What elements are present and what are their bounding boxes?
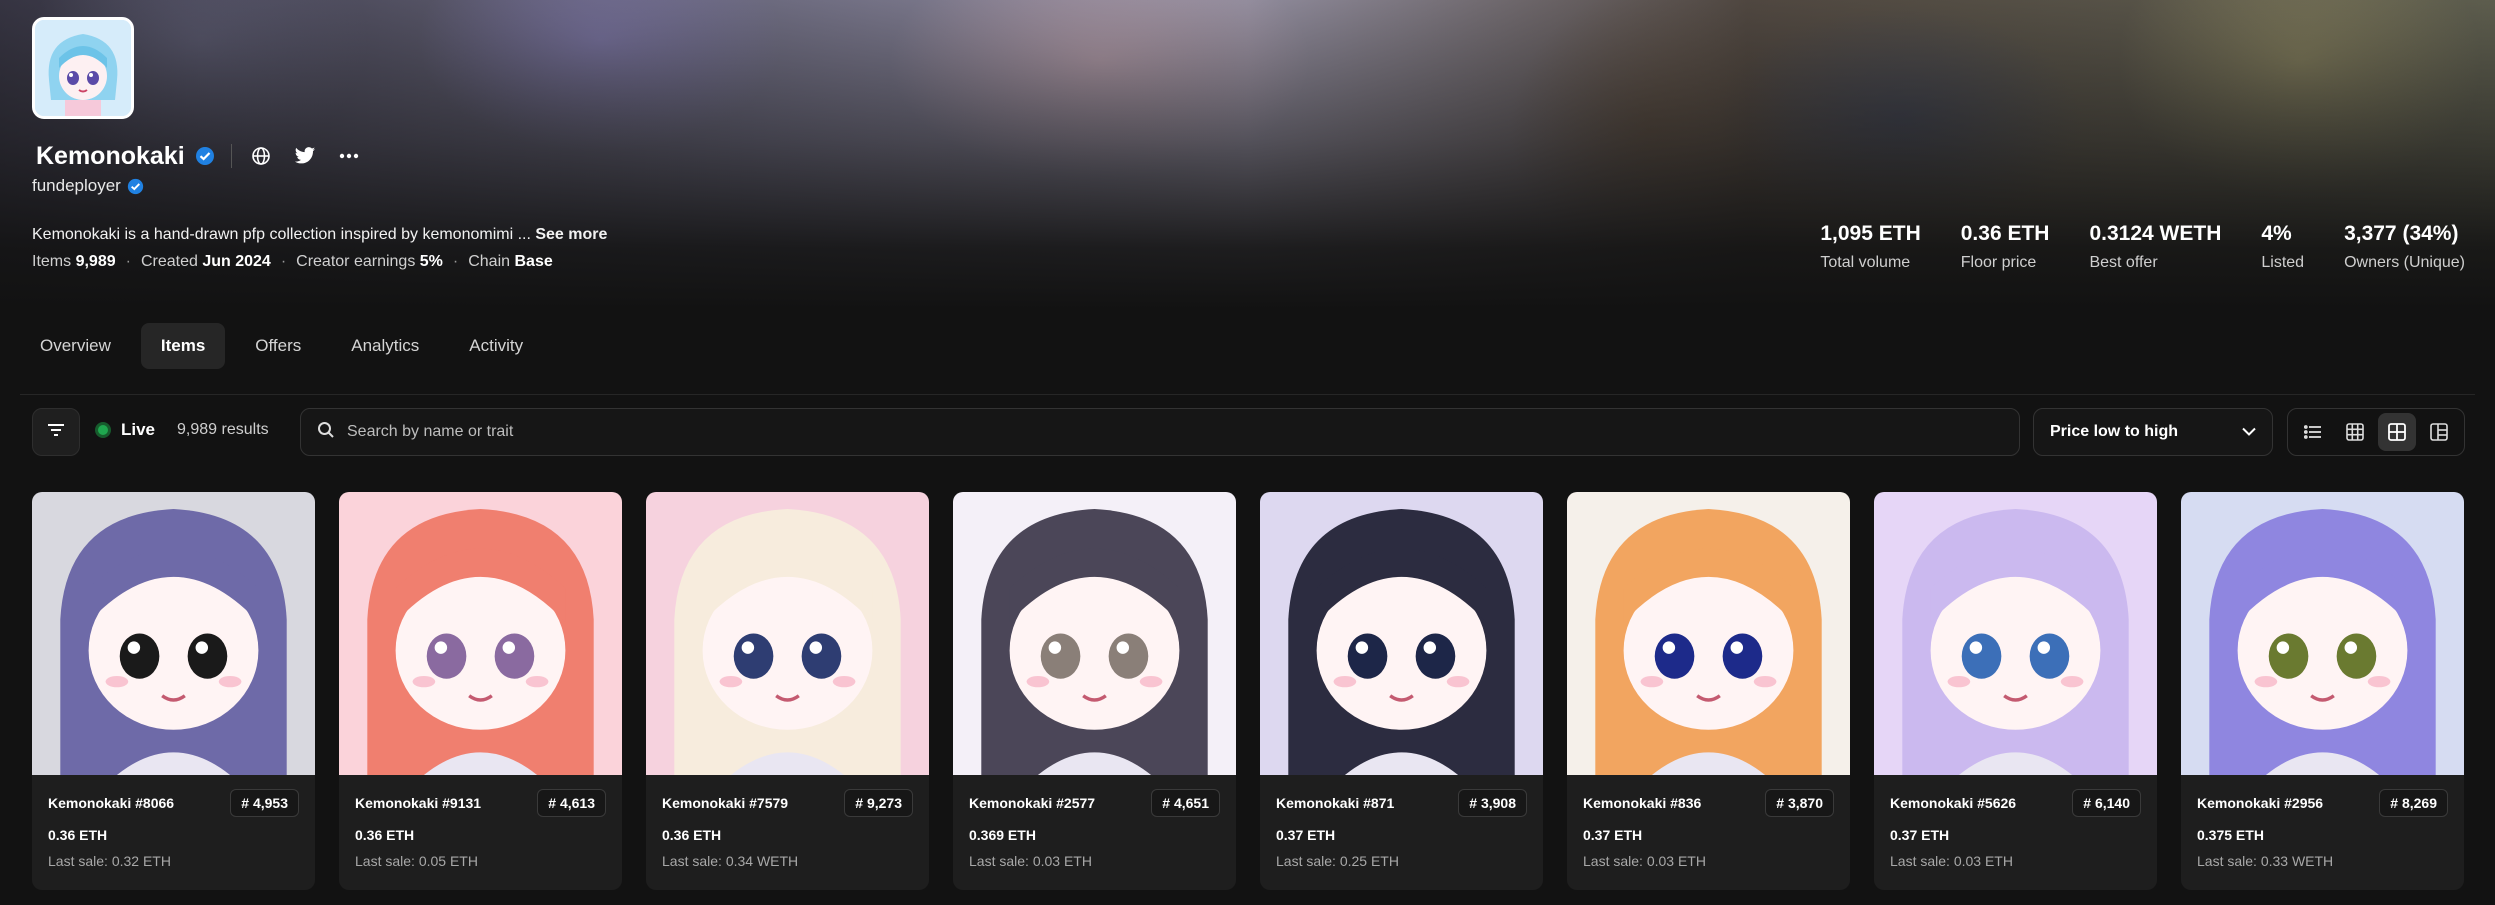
- rarity-rank: # 4,613: [537, 789, 606, 817]
- tab-items[interactable]: Items: [140, 323, 226, 369]
- filter-icon: [46, 422, 66, 443]
- nft-price: 0.375 ETH: [2197, 827, 2264, 843]
- rarity-rank: # 9,273: [844, 789, 913, 817]
- nft-image[interactable]: [2181, 492, 2464, 775]
- small-grid-view-icon[interactable]: [2336, 413, 2374, 451]
- website-icon[interactable]: [246, 141, 276, 171]
- nft-card[interactable]: Kemonokaki #871 # 3,908 0.37 ETH Last sal…: [1260, 492, 1543, 890]
- collection-tabs: Overview Items Offers Analytics Activity: [20, 323, 543, 369]
- stat-owners: 3,377 (34%) Owners (Unique): [2344, 222, 2465, 271]
- nft-image[interactable]: [646, 492, 929, 775]
- search-icon: [317, 421, 335, 444]
- rarity-rank: # 3,870: [1765, 789, 1834, 817]
- tab-offers[interactable]: Offers: [235, 323, 321, 369]
- nft-image[interactable]: [1260, 492, 1543, 775]
- list-view-icon[interactable]: [2294, 413, 2332, 451]
- tab-overview[interactable]: Overview: [20, 323, 131, 369]
- nft-price: 0.36 ETH: [355, 827, 415, 843]
- creator-row[interactable]: fundeployer: [32, 176, 144, 196]
- live-dot-icon: [95, 422, 111, 438]
- sort-dropdown[interactable]: Price low to high: [2033, 408, 2273, 456]
- twitter-icon[interactable]: [290, 141, 320, 171]
- filter-button[interactable]: [32, 408, 80, 456]
- last-sale: Last sale: 0.05 ETH: [355, 853, 478, 869]
- view-mode-toggle: [2287, 408, 2465, 456]
- creator-verified-icon: [127, 178, 144, 195]
- rarity-rank: # 3,908: [1458, 789, 1527, 817]
- search-input[interactable]: [347, 423, 1947, 441]
- nft-card[interactable]: Kemonokaki #2956 # 8,269 0.375 ETH Last s…: [2181, 492, 2464, 890]
- live-indicator[interactable]: Live 9,989 results: [95, 420, 269, 440]
- collection-meta: Items 9,989 · Created Jun 2024 · Creator…: [32, 253, 553, 270]
- nft-image[interactable]: [339, 492, 622, 775]
- nft-price: 0.37 ETH: [1276, 827, 1336, 843]
- last-sale: Last sale: 0.34 WETH: [662, 853, 799, 869]
- nft-price: 0.36 ETH: [48, 827, 108, 843]
- nft-name: Kemonokaki #2577: [969, 795, 1096, 811]
- nft-name: Kemonokaki #836: [1583, 795, 1702, 811]
- creator-name[interactable]: fundeployer: [32, 176, 121, 196]
- see-more-link[interactable]: See more: [535, 226, 607, 243]
- rarity-rank: # 4,953: [230, 789, 299, 817]
- rarity-rank: # 6,140: [2072, 789, 2141, 817]
- tab-activity[interactable]: Activity: [449, 323, 543, 369]
- nft-image[interactable]: [1567, 492, 1850, 775]
- collection-title-row: Kemonokaki: [36, 140, 378, 172]
- nft-price: 0.369 ETH: [969, 827, 1036, 843]
- nft-price: 0.37 ETH: [1583, 827, 1643, 843]
- nft-name: Kemonokaki #9131: [355, 795, 482, 811]
- nft-card[interactable]: Kemonokaki #7579 # 9,273 0.36 ETH Last sa…: [646, 492, 929, 890]
- search-bar[interactable]: [300, 408, 2020, 456]
- nft-name: Kemonokaki #871: [1276, 795, 1395, 811]
- rarity-rank: # 8,269: [2379, 789, 2448, 817]
- last-sale: Last sale: 0.32 ETH: [48, 853, 171, 869]
- nft-card[interactable]: Kemonokaki #836 # 3,870 0.37 ETH Last sal…: [1567, 492, 1850, 890]
- collection-name: Kemonokaki: [36, 141, 185, 170]
- last-sale: Last sale: 0.33 WETH: [2197, 853, 2334, 869]
- items-grid: Kemonokaki #8066 # 4,953 0.36 ETH Last sa…: [32, 492, 2464, 890]
- nft-name: Kemonokaki #8066: [48, 795, 175, 811]
- nft-image[interactable]: [32, 492, 315, 775]
- nft-card[interactable]: Kemonokaki #2577 # 4,651 0.369 ETH Last s…: [953, 492, 1236, 890]
- nft-card[interactable]: Kemonokaki #8066 # 4,953 0.36 ETH Last sa…: [32, 492, 315, 890]
- stat-floor-price: 0.36 ETH Floor price: [1960, 222, 2050, 271]
- collection-avatar: [32, 17, 134, 119]
- stat-best-offer: 0.3124 WETH Best offer: [2089, 222, 2222, 271]
- stat-total-volume: 1,095 ETH Total volume: [1820, 222, 1921, 271]
- rarity-rank: # 4,651: [1151, 789, 1220, 817]
- collection-description: Kemonokaki is a hand-drawn pfp collectio…: [32, 226, 608, 243]
- nft-card[interactable]: Kemonokaki #5626 # 6,140 0.37 ETH Last sa…: [1874, 492, 2157, 890]
- collection-stats: 1,095 ETH Total volume 0.36 ETH Floor pric…: [1820, 222, 2465, 272]
- more-options-icon[interactable]: [334, 141, 364, 171]
- nft-card[interactable]: Kemonokaki #9131 # 4,613 0.36 ETH Last sa…: [339, 492, 622, 890]
- nft-price: 0.36 ETH: [662, 827, 722, 843]
- last-sale: Last sale: 0.03 ETH: [1890, 853, 2013, 869]
- chevron-down-icon: [2242, 423, 2256, 441]
- tab-analytics[interactable]: Analytics: [331, 323, 439, 369]
- mosaic-view-icon[interactable]: [2420, 413, 2458, 451]
- sort-label: Price low to high: [2050, 423, 2179, 440]
- stat-listed: 4% Listed: [2261, 222, 2305, 271]
- nft-name: Kemonokaki #7579: [662, 795, 789, 811]
- nft-image[interactable]: [953, 492, 1236, 775]
- nft-image[interactable]: [1874, 492, 2157, 775]
- nft-price: 0.37 ETH: [1890, 827, 1950, 843]
- results-count: 9,989 results: [177, 421, 269, 438]
- large-grid-view-icon[interactable]: [2378, 413, 2416, 451]
- verified-badge-icon: [195, 146, 215, 166]
- last-sale: Last sale: 0.03 ETH: [969, 853, 1092, 869]
- nft-name: Kemonokaki #5626: [1890, 795, 2017, 811]
- last-sale: Last sale: 0.03 ETH: [1583, 853, 1706, 869]
- nft-name: Kemonokaki #2956: [2197, 795, 2324, 811]
- last-sale: Last sale: 0.25 ETH: [1276, 853, 1399, 869]
